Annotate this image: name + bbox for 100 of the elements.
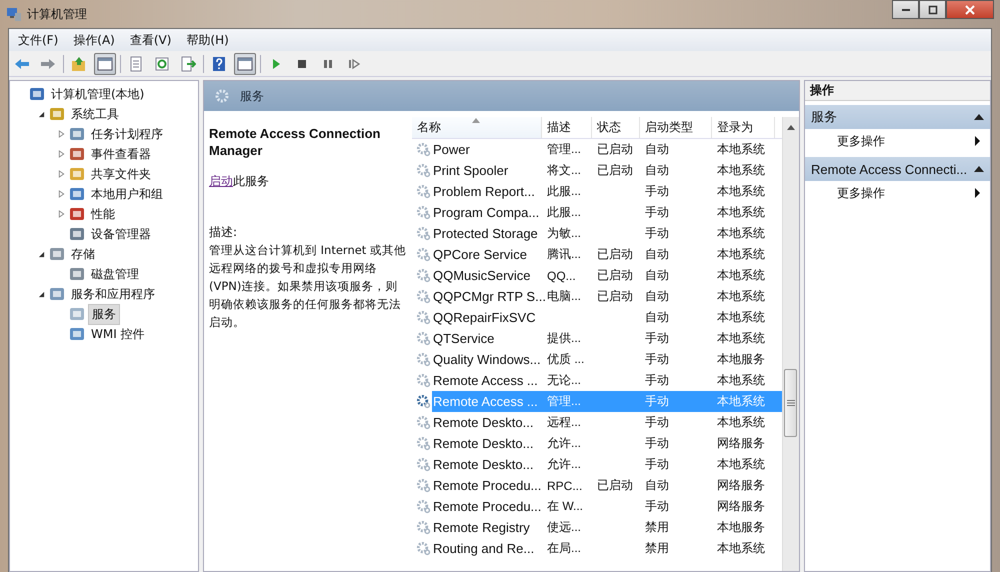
table-row[interactable]: Remote Procedu... RPC... 已启动 自动 网络服务 xyxy=(412,475,782,496)
window-title: 计算机管理 xyxy=(27,6,87,22)
gear-icon xyxy=(416,184,431,199)
tree-node-icon xyxy=(69,186,85,202)
table-cell: 已启动 xyxy=(597,267,633,284)
table-row[interactable]: Routing and Re... 在局... 禁用 本地系统 xyxy=(412,538,782,559)
tree-item[interactable]: 共享文件夹 xyxy=(88,164,154,184)
table-row[interactable]: Remote Deskto... 允许... 手动 网络服务 xyxy=(412,433,782,454)
service-name: Remote Access Connection Manager xyxy=(209,125,382,159)
action-section-header[interactable]: 服务 xyxy=(805,105,990,129)
action-item[interactable]: 更多操作 xyxy=(837,132,885,150)
expanded-arrow-icon[interactable] xyxy=(38,290,44,298)
table-row[interactable]: Print Spooler 将文... 已启动 自动 本地系统 xyxy=(412,160,782,181)
table-cell: 本地系统 xyxy=(717,540,765,557)
collapse-arrow-icon[interactable] xyxy=(974,166,984,172)
table-row[interactable]: QQRepairFixSVC 自动 本地系统 xyxy=(412,307,782,328)
table-cell: 自动 xyxy=(645,309,669,326)
table-row[interactable]: QQMusicService QQ... 已启动 自动 本地系统 xyxy=(412,265,782,286)
table-cell: 本地系统 xyxy=(717,309,765,326)
table-row[interactable]: Protected Storage 为敏... 手动 本地系统 xyxy=(412,223,782,244)
menu-item[interactable]: 帮助(H) xyxy=(186,32,229,48)
gear-icon xyxy=(416,331,431,346)
tree-node-icon xyxy=(29,86,45,102)
tree-item[interactable]: 服务和应用程序 xyxy=(68,284,158,304)
column-header[interactable]: 启动类型 xyxy=(640,117,712,138)
tree-item[interactable]: 磁盘管理 xyxy=(88,264,142,284)
tree-item[interactable]: 本地用户和组 xyxy=(88,184,166,204)
table-row[interactable]: Remote Registry 使远... 禁用 本地服务 xyxy=(412,517,782,538)
table-cell: 本地系统 xyxy=(717,162,765,179)
expanded-arrow-icon[interactable] xyxy=(38,110,44,118)
table-row[interactable]: QQPCMgr RTP S...电脑... 已启动 自动 本地系统 xyxy=(412,286,782,307)
table-row[interactable]: QTService 提供... 手动 本地系统 xyxy=(412,328,782,349)
action-section-header[interactable]: Remote Access Connecti... xyxy=(805,157,990,181)
table-row[interactable]: Quality Windows... 优质 ... 手动 本地服务 xyxy=(412,349,782,370)
table-cell: 手动 xyxy=(645,351,669,368)
table-cell: 本地系统 xyxy=(717,246,765,263)
menu-item[interactable]: 查看(V) xyxy=(130,32,172,48)
table-cell: Quality Windows... xyxy=(433,352,541,367)
collapsed-arrow-icon[interactable] xyxy=(58,190,64,198)
tree-item[interactable]: 计算机管理(本地) xyxy=(48,84,148,104)
table-row[interactable]: Remote Deskto... 允许... 手动 本地系统 xyxy=(412,454,782,475)
section-title: Remote Access Connecti... xyxy=(811,162,968,176)
collapsed-arrow-icon[interactable] xyxy=(58,130,64,138)
tree-item[interactable]: WMI 控件 xyxy=(88,324,148,344)
column-header[interactable]: 名称 xyxy=(412,117,542,138)
collapse-arrow-icon[interactable] xyxy=(974,114,984,120)
table-cell: 网络服务 xyxy=(717,477,765,494)
table-cell: QQPCMgr RTP S... xyxy=(433,289,546,304)
maximize-button[interactable] xyxy=(919,0,946,19)
expanded-arrow-icon[interactable] xyxy=(38,250,44,258)
tree-item[interactable]: 事件查看器 xyxy=(88,144,154,164)
start-link[interactable]: 启动 xyxy=(209,174,233,188)
tree-item[interactable]: 任务计划程序 xyxy=(88,124,166,144)
tree-item[interactable]: 存储 xyxy=(68,244,98,264)
tree-node-icon xyxy=(69,226,85,242)
table-cell: 管理... xyxy=(547,141,582,158)
scroll-up-arrow-icon[interactable] xyxy=(787,125,795,130)
column-header[interactable]: 状态 xyxy=(592,117,640,138)
table-row[interactable]: QPCore Service 腾讯... 已启动 自动 本地系统 xyxy=(412,244,782,265)
tree-node-icon xyxy=(49,246,65,262)
close-button[interactable] xyxy=(946,0,994,19)
column-header[interactable]: 描述 xyxy=(542,117,592,138)
tree-item[interactable]: 系统工具 xyxy=(68,104,122,124)
table-row[interactable]: Remote Access ... 无论... 手动 本地系统 xyxy=(412,370,782,391)
tree-item[interactable]: 服务 xyxy=(88,304,120,324)
table-cell: 手动 xyxy=(645,225,669,242)
table-cell: 本地系统 xyxy=(717,288,765,305)
table-row[interactable]: Remote Procedu... 在 W... 手动 网络服务 xyxy=(412,496,782,517)
table-cell: 禁用 xyxy=(645,540,669,557)
collapsed-arrow-icon[interactable] xyxy=(58,170,64,178)
table-row[interactable]: Problem Report... 此服... 手动 本地系统 xyxy=(412,181,782,202)
table-row[interactable]: Remote Deskto... 远程... 手动 本地系统 xyxy=(412,412,782,433)
tree-item[interactable]: 性能 xyxy=(88,204,118,224)
menu-item[interactable]: 操作(A) xyxy=(73,32,115,48)
table-cell: QQRepairFixSVC xyxy=(433,310,536,325)
tree-node-icon xyxy=(69,126,85,142)
minimize-button[interactable] xyxy=(892,0,919,19)
collapsed-arrow-icon[interactable] xyxy=(58,210,64,218)
table-cell: Remote Access ... xyxy=(433,373,538,388)
table-cell: Problem Report... xyxy=(433,184,535,199)
action-item[interactable]: 更多操作 xyxy=(837,184,885,202)
tree-item[interactable]: 设备管理器 xyxy=(88,224,154,244)
table-cell: 已启动 xyxy=(597,477,633,494)
collapsed-arrow-icon[interactable] xyxy=(58,150,64,158)
scrollbar[interactable] xyxy=(782,117,799,571)
table-row[interactable]: Program Compa... 此服... 手动 本地系统 xyxy=(412,202,782,223)
column-header[interactable]: 登录为 xyxy=(712,117,775,138)
gear-icon xyxy=(416,352,431,367)
menu-item[interactable]: 文件(F) xyxy=(18,32,58,48)
table-cell: Remote Registry xyxy=(433,520,530,535)
gear-icon xyxy=(416,205,431,220)
table-cell: 自动 xyxy=(645,267,669,284)
gear-icon xyxy=(416,310,431,325)
table-row[interactable]: Power 管理... 已启动 自动 本地系统 xyxy=(412,139,782,160)
action-text: 此服务 xyxy=(233,174,269,188)
table-cell: 已启动 xyxy=(597,162,633,179)
table-cell: 允许... xyxy=(547,456,582,473)
table-cell: Routing and Re... xyxy=(433,541,534,556)
table-cell: 已启动 xyxy=(597,141,633,158)
table-cell: 此服... xyxy=(547,183,582,200)
